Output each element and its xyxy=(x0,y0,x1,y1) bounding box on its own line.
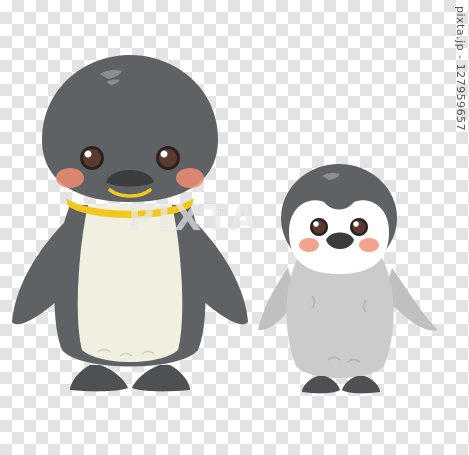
adult-belly xyxy=(77,205,183,362)
adult-penguin xyxy=(12,55,248,392)
adult-left-cheek xyxy=(56,168,84,188)
adult-left-foot xyxy=(70,365,128,392)
chick-left-cheek xyxy=(299,238,319,252)
chick-right-cheek xyxy=(359,238,379,252)
chick-left-foot xyxy=(302,376,340,394)
chick-right-eye xyxy=(350,218,368,236)
chick-penguin xyxy=(258,164,438,394)
stock-id-label: pixta.jp - 127959657 xyxy=(454,6,467,132)
adult-left-eye xyxy=(80,146,104,170)
adult-right-eye xyxy=(156,146,180,170)
chick-right-foot xyxy=(342,376,380,394)
illustration-scene: PIXTA pixta.jp - 127959657 xyxy=(0,0,469,450)
chick-left-eye xyxy=(310,218,328,236)
adult-right-cheek xyxy=(176,168,204,188)
penguin-illustration xyxy=(12,55,438,394)
adult-right-foot xyxy=(132,365,190,392)
